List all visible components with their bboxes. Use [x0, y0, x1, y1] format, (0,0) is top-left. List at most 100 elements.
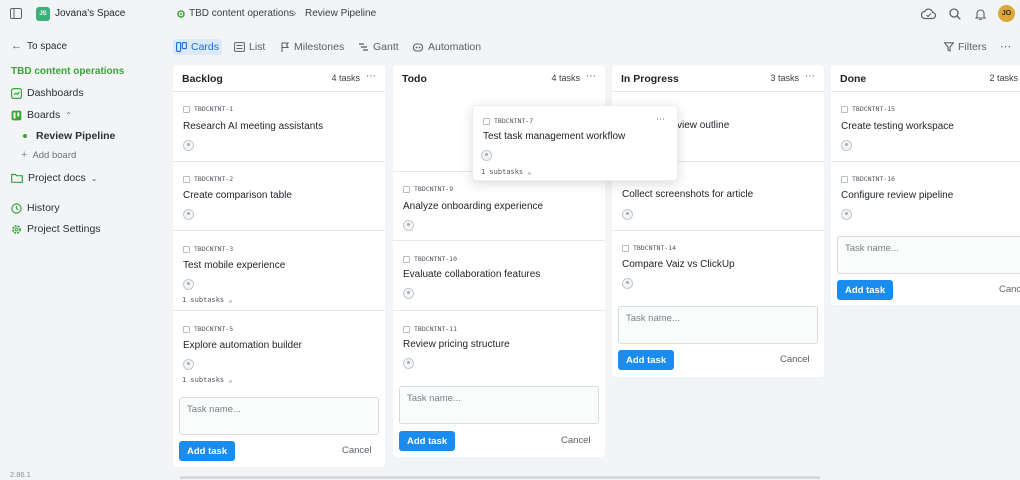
column-header: Todo 4 tasks ⋯	[393, 65, 605, 91]
breadcrumb-board[interactable]: Review Pipeline	[305, 8, 376, 19]
column-task-count: 3 tasks	[770, 73, 799, 83]
task-checkbox[interactable]	[183, 175, 190, 183]
subtasks-toggle[interactable]: 1 subtasks ⌄	[182, 376, 233, 384]
task-checkbox[interactable]	[841, 175, 848, 183]
task-title: Configure review pipeline	[841, 190, 954, 201]
assignee-avatar-icon[interactable]	[183, 140, 194, 151]
task-id: TBDCNTNT-1	[194, 105, 234, 113]
column-more-icon[interactable]: ⋯	[586, 71, 597, 82]
column-task-count: 2 tasks	[989, 73, 1018, 83]
assignee-avatar-icon[interactable]	[841, 209, 852, 220]
workspace-badge[interactable]: JS	[36, 7, 50, 21]
sidebar-item-dashboards[interactable]: Dashboards	[11, 87, 84, 99]
sidebar-toggle-icon[interactable]	[10, 8, 22, 19]
sidebar-item-review-pipeline[interactable]: Review Pipeline	[23, 130, 115, 142]
task-card[interactable]: TBDCNTNT-9 Analyze onboarding experience	[393, 171, 605, 240]
assignee-avatar-icon[interactable]	[481, 150, 492, 161]
task-card[interactable]: TBDCNTNT-16 Configure review pipeline	[831, 161, 1020, 230]
task-id: TBDCNTNT-9	[414, 185, 454, 193]
task-card[interactable]: TBDCNTNT-1 Research AI meeting assistant…	[173, 91, 385, 161]
assignee-avatar-icon[interactable]	[403, 288, 414, 299]
subtasks-toggle[interactable]: 1 subtasks ⌄	[182, 296, 233, 304]
task-checkbox[interactable]	[183, 105, 190, 113]
sidebar-item-history[interactable]: History	[11, 202, 60, 214]
subtasks-toggle[interactable]: 1 subtasks ⌄	[481, 168, 532, 176]
cancel-button[interactable]: Canc	[999, 284, 1020, 295]
column-backlog: Backlog 4 tasks ⋯ TBDCNTNT-1 Research AI…	[173, 65, 385, 467]
task-id: TBDCNTNT-3	[194, 245, 234, 253]
task-checkbox[interactable]	[183, 325, 190, 333]
cancel-button[interactable]: Cancel	[780, 354, 810, 365]
assignee-avatar-icon[interactable]	[403, 220, 414, 231]
chevron-down-icon: ⌄	[90, 173, 98, 183]
cloud-sync-icon[interactable]	[921, 8, 936, 20]
tab-cards[interactable]: Cards	[173, 39, 223, 55]
task-checkbox[interactable]	[622, 244, 629, 252]
column-title: In Progress	[621, 73, 679, 85]
task-checkbox[interactable]	[841, 105, 848, 113]
task-title: Research AI meeting assistants	[183, 121, 324, 132]
tab-gantt[interactable]: Gantt	[355, 39, 402, 55]
task-checkbox[interactable]	[403, 255, 410, 263]
sidebar-item-label: Add board	[32, 149, 77, 161]
column-more-icon[interactable]: ⋯	[805, 71, 816, 82]
card-more-icon[interactable]: ⋯	[656, 114, 665, 125]
tab-milestones[interactable]: Milestones	[277, 39, 347, 55]
bell-icon[interactable]	[975, 8, 986, 20]
task-id: TBDCNTNT-15	[852, 105, 896, 113]
task-card[interactable]: TBDCNTNT-15 Create testing workspace	[831, 91, 1020, 161]
add-task-button[interactable]: Add task	[399, 431, 456, 451]
task-card[interactable]: TBDCNTNT-10 Evaluate collaboration featu…	[393, 240, 605, 310]
assignee-avatar-icon[interactable]	[841, 140, 852, 151]
task-name-input[interactable]: Task name...	[179, 397, 379, 435]
task-name-input[interactable]: Task name...	[837, 236, 1020, 274]
column-more-icon[interactable]: ⋯	[366, 71, 377, 82]
task-id: TBDCNTNT-2	[194, 175, 234, 183]
tab-label: Milestones	[294, 41, 345, 53]
dragging-task-card[interactable]: TBDCNTNT-7 ⋯ Test task management workfl…	[472, 105, 678, 181]
assignee-avatar-icon[interactable]	[622, 209, 633, 220]
plus-icon: +	[21, 149, 28, 161]
add-board-button[interactable]: + Add board	[21, 149, 76, 161]
sidebar-item-label: Project Settings	[27, 223, 101, 235]
add-task-button[interactable]: Add task	[179, 441, 236, 461]
task-title: Collect screenshots for article	[622, 189, 754, 200]
sidebar-item-project-settings[interactable]: Project Settings	[11, 223, 101, 235]
sidebar-item-label: Dashboards	[27, 87, 84, 99]
add-task-button[interactable]: Add task	[618, 350, 675, 370]
filters-button[interactable]: Filters	[941, 39, 990, 55]
list-icon	[234, 42, 245, 52]
assignee-avatar-icon[interactable]	[622, 278, 633, 289]
back-to-space-link[interactable]: ← To space	[11, 40, 67, 52]
search-icon[interactable]	[949, 8, 961, 20]
task-checkbox[interactable]	[403, 185, 410, 193]
workspace-name[interactable]: Jovana's Space	[55, 8, 125, 19]
add-task-button[interactable]: Add task	[837, 280, 894, 300]
more-options-icon[interactable]: ⋯	[1000, 40, 1012, 53]
task-checkbox[interactable]	[483, 117, 490, 125]
task-card[interactable]: TBDCNTNT-3 Test mobile experience 1 subt…	[173, 230, 385, 310]
task-card[interactable]: TBDCNTNT-2 Create comparison table	[173, 161, 385, 230]
task-card[interactable]: TBDCNTNT-5 Explore automation builder 1 …	[173, 310, 385, 390]
tab-automation[interactable]: Automation	[409, 39, 484, 55]
tab-list[interactable]: List	[231, 39, 268, 55]
horizontal-scrollbar[interactable]	[180, 476, 820, 479]
assignee-avatar-icon[interactable]	[403, 358, 414, 369]
cancel-button[interactable]: Cancel	[342, 445, 372, 456]
user-avatar[interactable]: JO	[998, 5, 1015, 22]
sidebar-item-project-docs[interactable]: Project docs ⌄	[11, 172, 97, 184]
task-card[interactable]: TBDCNTNT-14 Compare Vaiz vs ClickUp	[612, 230, 824, 300]
task-checkbox[interactable]	[183, 245, 190, 253]
milestone-icon	[280, 41, 290, 53]
dot-icon	[23, 134, 27, 138]
assignee-avatar-icon[interactable]	[183, 209, 194, 220]
cancel-button[interactable]: Cancel	[561, 435, 591, 446]
breadcrumb-project[interactable]: TBD content operations	[189, 8, 294, 19]
task-card[interactable]: TBDCNTNT-11 Review pricing structure	[393, 310, 605, 380]
task-checkbox[interactable]	[403, 325, 410, 333]
task-name-input[interactable]: Task name...	[618, 306, 818, 344]
task-name-input[interactable]: Task name...	[399, 386, 599, 424]
assignee-avatar-icon[interactable]	[183, 359, 194, 370]
sidebar-item-boards[interactable]: Boards ⌃	[11, 109, 72, 121]
assignee-avatar-icon[interactable]	[183, 279, 194, 290]
